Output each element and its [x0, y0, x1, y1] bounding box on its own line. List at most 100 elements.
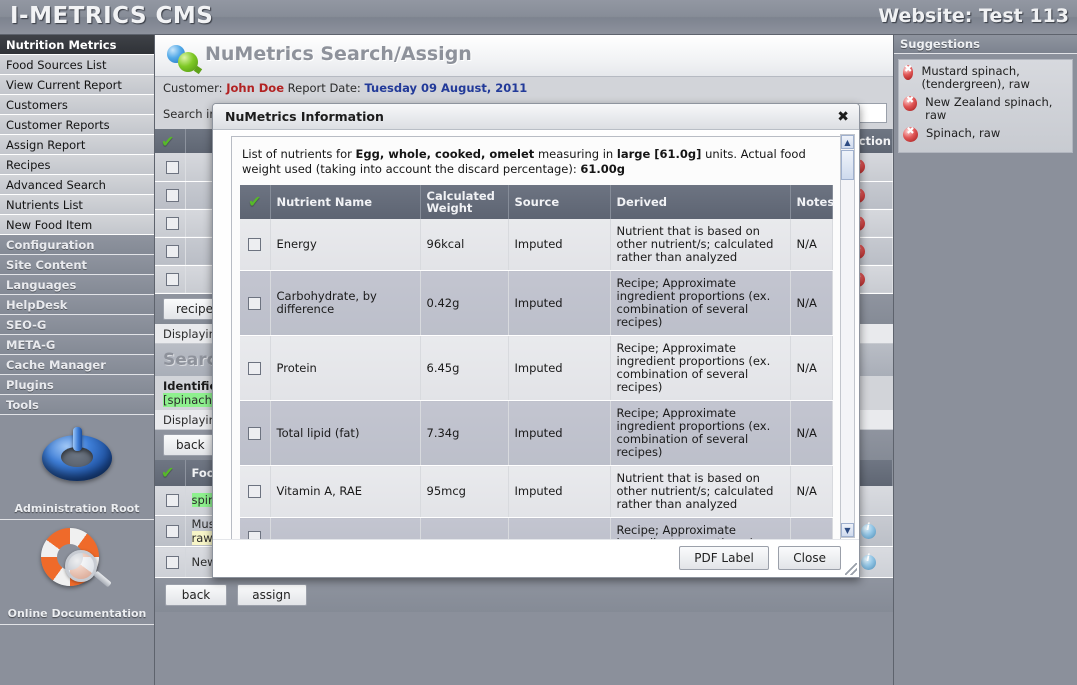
sidebar-item-advanced-search[interactable]: Advanced Search — [0, 175, 154, 195]
sidebar-item-site-content[interactable]: Site Content — [0, 255, 154, 275]
app-root: I-METRICS CMS Website: Test 113 Nutritio… — [0, 0, 1077, 685]
lead-unit: large [61.0g] — [617, 147, 702, 161]
pdf-label-button[interactable]: PDF Label — [679, 546, 769, 570]
suggestion-item[interactable]: Mustard spinach, (tendergreen), raw — [903, 65, 1068, 91]
nutrient-name: Total lipid (fat) — [270, 401, 420, 466]
info-icon[interactable] — [861, 555, 876, 570]
remove-icon[interactable] — [903, 96, 917, 111]
suggestions-panel: Suggestions Mustard spinach, (tendergree… — [893, 35, 1077, 685]
sidebar-item-food-sources-list[interactable]: Food Sources List — [0, 55, 154, 75]
nutrient-row[interactable]: Total lipid (fat) 7.34g Imputed Recipe; … — [240, 401, 832, 466]
row-checkbox[interactable] — [166, 525, 179, 538]
assign-button[interactable]: assign — [237, 584, 307, 606]
sidebar-item-customers[interactable]: Customers — [0, 95, 154, 115]
row-checkbox[interactable] — [248, 427, 261, 440]
dialog-scrollbar[interactable]: ▲ ▼ — [840, 134, 855, 538]
report-date-value: Tuesday 09 August, 2011 — [364, 81, 527, 95]
column-header-notes: Notes — [790, 185, 832, 219]
dialog-body: List of nutrients for Egg, whole, cooked… — [213, 131, 860, 541]
column-header-source: Source — [508, 185, 610, 219]
close-button[interactable]: Close — [778, 546, 841, 570]
report-date-label: Report Date: — [288, 81, 361, 95]
suggestion-item[interactable]: Spinach, raw — [903, 127, 1068, 142]
row-checkbox[interactable] — [166, 494, 179, 507]
nutrient-source: Imputed — [508, 466, 610, 518]
nutrient-source — [508, 518, 610, 541]
dialog-title-bar: NuMetrics Information ✖ — [213, 104, 859, 130]
nutrient-weight: 96kcal — [420, 219, 508, 271]
nutrient-source: Imputed — [508, 336, 610, 401]
dialog-title: NuMetrics Information — [225, 109, 384, 124]
nutrient-name: Energy — [270, 219, 420, 271]
sidebar-tile-online-documentation[interactable]: Online Documentation — [0, 520, 154, 625]
suggestion-label: New Zealand spinach, raw — [925, 96, 1068, 122]
scroll-thumb[interactable] — [841, 150, 854, 180]
check-icon: ✔ — [161, 132, 174, 151]
info-icon[interactable] — [861, 524, 876, 539]
sidebar-item-view-current-report[interactable]: View Current Report — [0, 75, 154, 95]
nutrient-name: Carbohydrate, by difference — [270, 271, 420, 336]
nutrient-source: Imputed — [508, 219, 610, 271]
sidebar-item-cache-manager[interactable]: Cache Manager — [0, 355, 154, 375]
page-header: NuMetrics Search/Assign — [155, 35, 893, 77]
scroll-down-icon[interactable]: ▼ — [841, 523, 854, 537]
nutrient-row[interactable]: Vitamin A, RAE 95mcg Imputed Nutrient th… — [240, 466, 832, 518]
sidebar-item-seo-g[interactable]: SEO-G — [0, 315, 154, 335]
sidebar-item-plugins[interactable]: Plugins — [0, 375, 154, 395]
sidebar-item-recipes[interactable]: Recipes — [0, 155, 154, 175]
suggestions-title: Suggestions — [894, 35, 1077, 54]
nutrient-weight: 6.45g — [420, 336, 508, 401]
sidebar-item-nutrients-list[interactable]: Nutrients List — [0, 195, 154, 215]
row-checkbox[interactable] — [166, 273, 179, 286]
sidebar-tile-administration-root[interactable]: Administration Root — [0, 415, 154, 520]
row-checkbox[interactable] — [166, 189, 179, 202]
nutrient-row[interactable]: Energy 96kcal Imputed Nutrient that is b… — [240, 219, 832, 271]
page-title: NuMetrics Search/Assign — [205, 43, 472, 65]
nutrient-row-partial[interactable]: Recipe; Approximate ingredient proportio… — [240, 518, 832, 541]
row-checkbox[interactable] — [248, 485, 261, 498]
row-checkbox[interactable] — [248, 362, 261, 375]
close-icon[interactable]: ✖ — [837, 104, 849, 130]
balloons-icon — [167, 45, 201, 71]
row-checkbox[interactable] — [166, 217, 179, 230]
nutrients-header-row: ✔ Nutrient Name Calculated Weight Source… — [240, 185, 832, 219]
sidebar-item-helpdesk[interactable]: HelpDesk — [0, 295, 154, 315]
nutrient-name: Vitamin A, RAE — [270, 466, 420, 518]
sidebar-item-nutrition-metrics[interactable]: Nutrition Metrics — [0, 35, 154, 55]
sidebar-item-new-food-item[interactable]: New Food Item — [0, 215, 154, 235]
nutrients-table: ✔ Nutrient Name Calculated Weight Source… — [240, 185, 833, 540]
sidebar-item-configuration[interactable]: Configuration — [0, 235, 154, 255]
nutrient-source: Imputed — [508, 271, 610, 336]
nutrient-row[interactable]: Carbohydrate, by difference 0.42g Impute… — [240, 271, 832, 336]
suggestions-list: Mustard spinach, (tendergreen), raw New … — [898, 59, 1073, 153]
scroll-up-icon[interactable]: ▲ — [841, 135, 854, 149]
bottom-toolbar: back assign — [155, 578, 893, 612]
row-checkbox[interactable] — [248, 238, 261, 251]
select-all-header[interactable]: ✔ — [240, 185, 270, 219]
sidebar-item-assign-report[interactable]: Assign Report — [0, 135, 154, 155]
nutrient-weight — [420, 518, 508, 541]
row-checkbox[interactable] — [248, 297, 261, 310]
suggestion-label: Mustard spinach, (tendergreen), raw — [921, 65, 1068, 91]
nutrient-notes: N/A — [790, 336, 832, 401]
column-header-derived: Derived — [610, 185, 790, 219]
customer-name: John Doe — [226, 81, 284, 95]
select-all-header[interactable]: ✔ — [155, 129, 185, 153]
check-icon: ✔ — [248, 192, 261, 211]
suggestion-item[interactable]: New Zealand spinach, raw — [903, 96, 1068, 122]
select-all-header[interactable]: ✔ — [155, 460, 185, 486]
back-button-top[interactable]: back — [163, 434, 218, 456]
remove-icon[interactable] — [903, 65, 913, 80]
remove-icon[interactable] — [903, 127, 918, 142]
sidebar-item-tools[interactable]: Tools — [0, 395, 154, 415]
sidebar-item-languages[interactable]: Languages — [0, 275, 154, 295]
row-checkbox[interactable] — [166, 245, 179, 258]
resize-grip-icon[interactable] — [845, 563, 857, 575]
power-ring-icon — [42, 425, 112, 483]
sidebar-item-customer-reports[interactable]: Customer Reports — [0, 115, 154, 135]
row-checkbox[interactable] — [166, 556, 179, 569]
nutrient-row[interactable]: Protein 6.45g Imputed Recipe; Approximat… — [240, 336, 832, 401]
back-button[interactable]: back — [165, 584, 227, 606]
sidebar-item-meta-g[interactable]: META-G — [0, 335, 154, 355]
row-checkbox[interactable] — [166, 161, 179, 174]
